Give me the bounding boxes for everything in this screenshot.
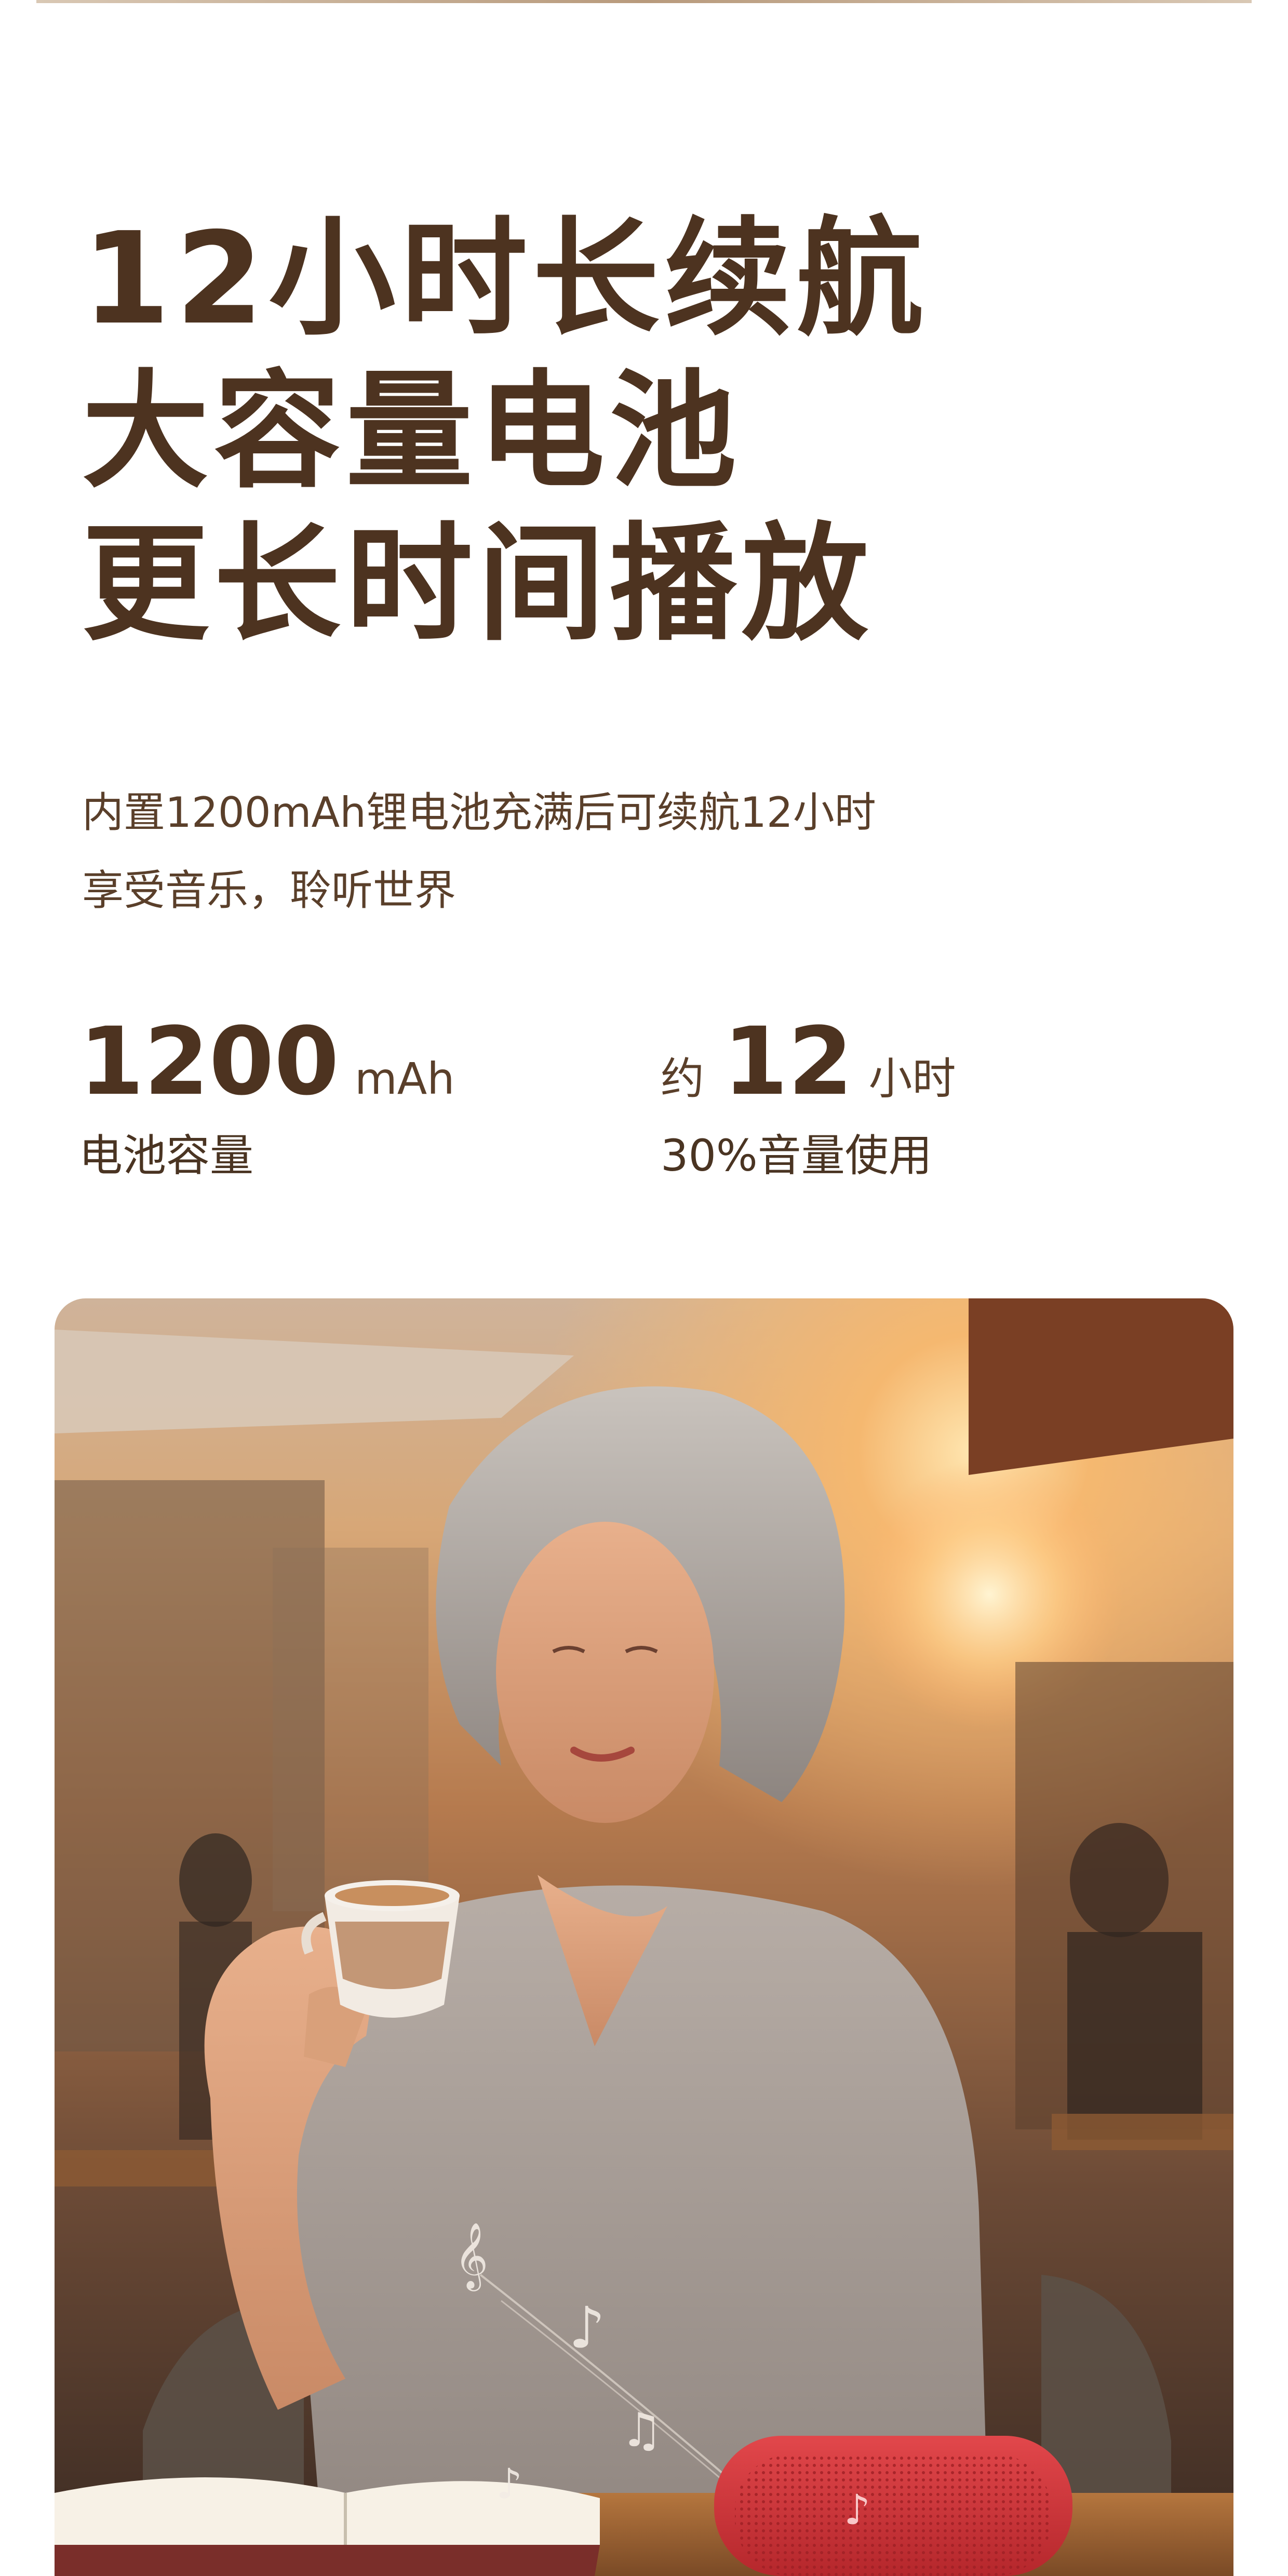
umbrella-right	[969, 1298, 1233, 1475]
headline-line-3: 更长时间播放	[82, 511, 874, 658]
stat-unit: mAh	[354, 1053, 455, 1104]
stat-prefix: 约	[661, 1053, 705, 1104]
svg-text:♫: ♫	[621, 2403, 663, 2458]
stat-label: 电池容量	[79, 1130, 254, 1181]
speaker-note-icon: ♪	[844, 2486, 870, 2534]
stat-label: 30%音量使用	[661, 1130, 932, 1181]
subtitle-line-2: 享受音乐，聆听世界	[82, 866, 456, 915]
stat-unit: 小时	[868, 1053, 956, 1104]
svg-text:𝄞: 𝄞	[454, 2222, 488, 2291]
headline-line-2: 大容量电池	[82, 358, 742, 505]
umbrella-left	[55, 1330, 574, 1433]
stat-playtime: 约 12 小时 30%音量使用	[661, 1008, 956, 1184]
top-divider	[36, 0, 1252, 3]
svg-text:♪: ♪	[496, 2460, 522, 2508]
svg-text:♪: ♪	[569, 2295, 605, 2361]
headline-line-1: 12小时长续航	[82, 205, 929, 353]
stat-value: 1200	[79, 1008, 339, 1116]
woman-face	[496, 1522, 714, 1823]
stat-battery-capacity: 1200 mAh 电池容量	[79, 1008, 455, 1184]
subtitle: 内置1200mAh锂电池充满后可续航12小时 享受音乐，聆听世界	[82, 774, 1173, 930]
photo-illustration: 𝄞 ♪ ♫ ♪ ♪	[55, 1298, 1233, 2576]
subtitle-line-1: 内置1200mAh锂电池充满后可续航12小时	[82, 788, 876, 837]
headline: 12小时长续航 大容量电池 更长时间播放	[82, 203, 1173, 661]
lifestyle-photo: 𝄞 ♪ ♫ ♪ ♪	[55, 1298, 1233, 2576]
stat-value: 12	[723, 1008, 853, 1116]
